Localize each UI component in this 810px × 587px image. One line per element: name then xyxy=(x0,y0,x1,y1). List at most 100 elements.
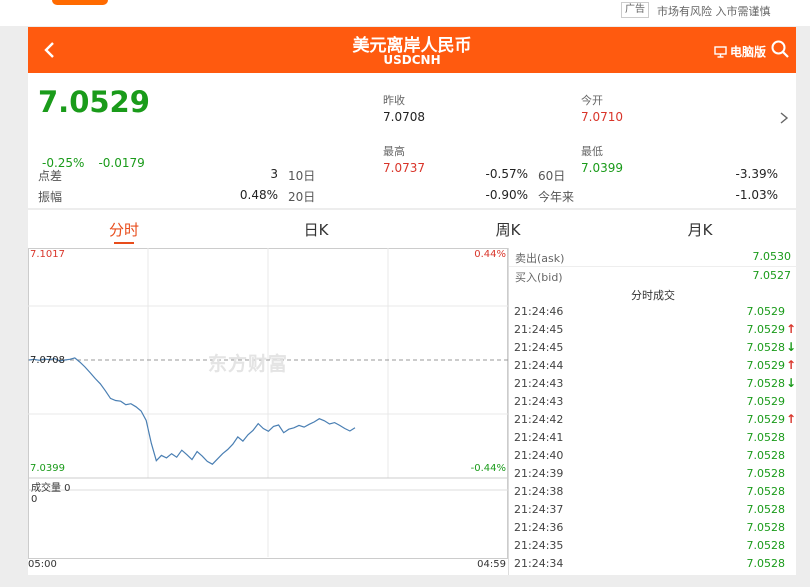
quote-panel: 7.0529 -0.25% -0.0179 昨收 7.0708 今开 7.0710… xyxy=(28,73,796,208)
open-value: 7.0710 xyxy=(581,110,623,124)
page: 广告 市场有风险 入市需谨慎 美元离岸人民币 USDCNH 电脑版 7.0529… xyxy=(0,0,810,587)
ytd-value: -1.03% xyxy=(735,188,778,202)
tick-row: 21:24:46 7.0529 xyxy=(509,303,797,321)
points-label: 点差 xyxy=(38,169,63,183)
pc-version-button[interactable]: 电脑版 xyxy=(714,43,766,60)
change-amount: -0.0179 xyxy=(98,156,145,170)
ask-value: 7.0530 xyxy=(752,250,792,263)
arrow-up-icon: ↑ xyxy=(785,358,796,372)
volume-axis-zero: 0 xyxy=(31,494,38,505)
tick-price: 7.0528 xyxy=(746,557,786,570)
low-label: 最低 xyxy=(581,145,603,158)
volume-label: 成交量 0 xyxy=(31,483,71,494)
top-banner-stub[interactable] xyxy=(52,0,108,5)
header-bar: 美元离岸人民币 USDCNH 电脑版 xyxy=(28,27,796,73)
tab-intraday[interactable]: 分时 xyxy=(94,219,154,240)
risk-warning: 市场有风险 入市需谨慎 xyxy=(657,5,771,18)
tick-time: 21:24:41 xyxy=(514,431,564,444)
points-value: 3 xyxy=(270,167,278,181)
tick-time: 21:24:37 xyxy=(514,503,564,516)
pct-axis-bottom-label: -0.44% xyxy=(470,463,506,474)
tick-row: 21:24:34 7.0528 xyxy=(509,555,797,573)
search-icon[interactable] xyxy=(770,39,790,59)
tick-price: 7.0528 xyxy=(746,341,786,354)
tab-weekly-k[interactable]: 周K xyxy=(478,219,538,240)
tick-row: 21:24:43 7.0528 ↓ xyxy=(509,375,797,393)
tick-time: 21:24:38 xyxy=(514,485,564,498)
tick-price: 7.0529 xyxy=(746,305,786,318)
top-strip: 广告 市场有风险 入市需谨慎 xyxy=(0,0,810,26)
tick-row: 21:24:43 7.0529 xyxy=(509,393,797,411)
tick-row: 21:24:42 7.0529 ↑ xyxy=(509,411,797,429)
tick-time: 21:24:34 xyxy=(514,557,564,570)
bid-row: 买入(bid) 7.0527 xyxy=(509,266,797,284)
bid-value: 7.0527 xyxy=(752,269,792,282)
trade-panel: 卖出(ask) 7.0530 买入(bid) 7.0527 分时成交 21:24… xyxy=(508,248,797,575)
tick-price: 7.0528 xyxy=(746,431,786,444)
tick-time: 21:24:46 xyxy=(514,305,564,318)
low-value: 7.0399 xyxy=(581,161,623,175)
tick-time: 21:24:45 xyxy=(514,323,564,336)
tab-monthly-k[interactable]: 月K xyxy=(670,219,730,240)
amplitude-label: 振幅 xyxy=(38,190,63,204)
tick-price: 7.0528 xyxy=(746,521,786,534)
bid-label: 买入(bid) xyxy=(515,271,563,284)
d10-label: 10日 xyxy=(288,169,316,183)
chart-canvas xyxy=(28,248,508,559)
high-value: 7.0737 xyxy=(383,161,425,175)
tick-time: 21:24:45 xyxy=(514,341,564,354)
tick-price: 7.0529 xyxy=(746,413,786,426)
pc-version-label: 电脑版 xyxy=(729,45,766,59)
chart-tabs: 分时 日K 周K 月K xyxy=(28,210,796,248)
high-label: 最高 xyxy=(383,145,405,158)
arrow-down-icon: ↓ xyxy=(785,376,796,390)
last-price: 7.0529 xyxy=(38,85,150,119)
tick-price: 7.0528 xyxy=(746,485,786,498)
prev-close-value: 7.0708 xyxy=(383,110,425,124)
tick-time: 21:24:36 xyxy=(514,521,564,534)
pct-axis-top-label: 0.44% xyxy=(474,249,506,260)
watermark: 东方财富 xyxy=(208,353,289,375)
arrow-down-icon: ↓ xyxy=(785,340,796,354)
tick-price: 7.0528 xyxy=(746,377,786,390)
tick-row: 21:24:38 7.0528 xyxy=(509,483,797,501)
tick-price: 7.0529 xyxy=(746,323,786,336)
tick-price: 7.0528 xyxy=(746,467,786,480)
tick-price: 7.0528 xyxy=(746,539,786,552)
tick-time: 21:24:42 xyxy=(514,413,564,426)
tick-price: 7.0529 xyxy=(746,395,786,408)
arrow-up-icon: ↑ xyxy=(785,322,796,336)
ytd-label: 今年来 xyxy=(538,190,575,204)
open-label: 今开 xyxy=(581,94,603,107)
tick-time: 21:24:40 xyxy=(514,449,564,462)
price-line xyxy=(28,357,356,465)
arrow-up-icon: ↑ xyxy=(785,412,796,426)
tick-price: 7.0529 xyxy=(746,359,786,372)
tick-row: 21:24:45 7.0529 ↑ xyxy=(509,321,797,339)
tick-price: 7.0528 xyxy=(746,449,786,462)
d20-label: 20日 xyxy=(288,190,316,204)
time-end-label: 04:59 xyxy=(477,559,506,570)
tick-time: 21:24:44 xyxy=(514,359,564,372)
tick-row: 21:24:44 7.0529 ↑ xyxy=(509,357,797,375)
y-axis-bottom-label: 7.0399 xyxy=(30,463,65,474)
ad-tag: 广告 xyxy=(621,2,649,18)
tab-daily-k[interactable]: 日K xyxy=(286,219,346,240)
tick-time: 21:24:43 xyxy=(514,395,564,408)
y-axis-top-label: 7.1017 xyxy=(30,249,65,260)
monitor-icon xyxy=(714,45,727,58)
active-tab-underline xyxy=(114,242,134,244)
tick-time: 21:24:35 xyxy=(514,539,564,552)
tick-time: 21:24:43 xyxy=(514,377,564,390)
symbol-code: USDCNH xyxy=(383,53,441,67)
y-axis-mid-label: 7.0708 xyxy=(30,355,65,366)
ticks-title: 分时成交 xyxy=(631,289,675,302)
tick-row: 21:24:45 7.0528 ↓ xyxy=(509,339,797,357)
d20-value: -0.90% xyxy=(485,188,528,202)
tick-row: 21:24:40 7.0528 xyxy=(509,447,797,465)
intraday-chart[interactable]: 东方财富 7.1017 7.0708 7.0399 0.44% -0.44% 成… xyxy=(28,248,508,575)
tick-time: 21:24:39 xyxy=(514,467,564,480)
d60-value: -3.39% xyxy=(735,167,778,181)
chevron-right-icon[interactable] xyxy=(779,111,789,125)
amplitude-value: 0.48% xyxy=(239,188,278,202)
